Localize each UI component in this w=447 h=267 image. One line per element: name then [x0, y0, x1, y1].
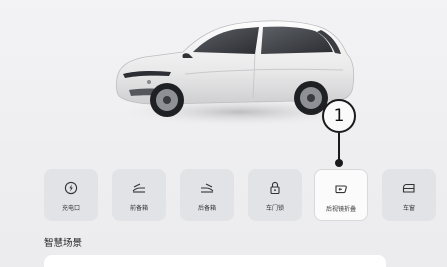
charge-port-button[interactable]: 充电口: [44, 169, 98, 221]
charge-port-label: 充电口: [61, 205, 80, 212]
rear-trunk-label: 后备箱: [197, 205, 216, 212]
mirror-fold-icon: [333, 181, 349, 197]
rear-trunk-icon: [199, 180, 215, 196]
charge-port-icon: [63, 180, 79, 196]
smart-scene-title: 智慧场景: [44, 238, 83, 249]
door-lock-button[interactable]: 车门锁: [248, 169, 302, 221]
rear-trunk-button[interactable]: 后备箱: [180, 169, 234, 221]
front-trunk-label: 前备箱: [129, 205, 148, 212]
window-button[interactable]: 车窗: [382, 169, 436, 221]
callout-number: 1: [333, 106, 345, 126]
door-lock-icon: [267, 180, 283, 196]
door-lock-label: 车门锁: [265, 205, 284, 212]
callout-marker: 1: [322, 99, 356, 133]
callout-dot: [335, 159, 343, 167]
mirror-fold-button[interactable]: 后视镜折叠: [314, 169, 368, 221]
mirror-fold-label: 后视镜折叠: [325, 206, 356, 213]
front-trunk-button[interactable]: 前备箱: [112, 169, 166, 221]
car-control-screen: 1 充电口 前备箱 后备箱 车门锁 后视镜折叠 车窗 智慧场景: [0, 0, 447, 267]
front-trunk-icon: [131, 180, 147, 196]
smart-scene-card[interactable]: [44, 255, 386, 267]
window-label: 车窗: [402, 205, 415, 212]
window-icon: [401, 180, 417, 196]
